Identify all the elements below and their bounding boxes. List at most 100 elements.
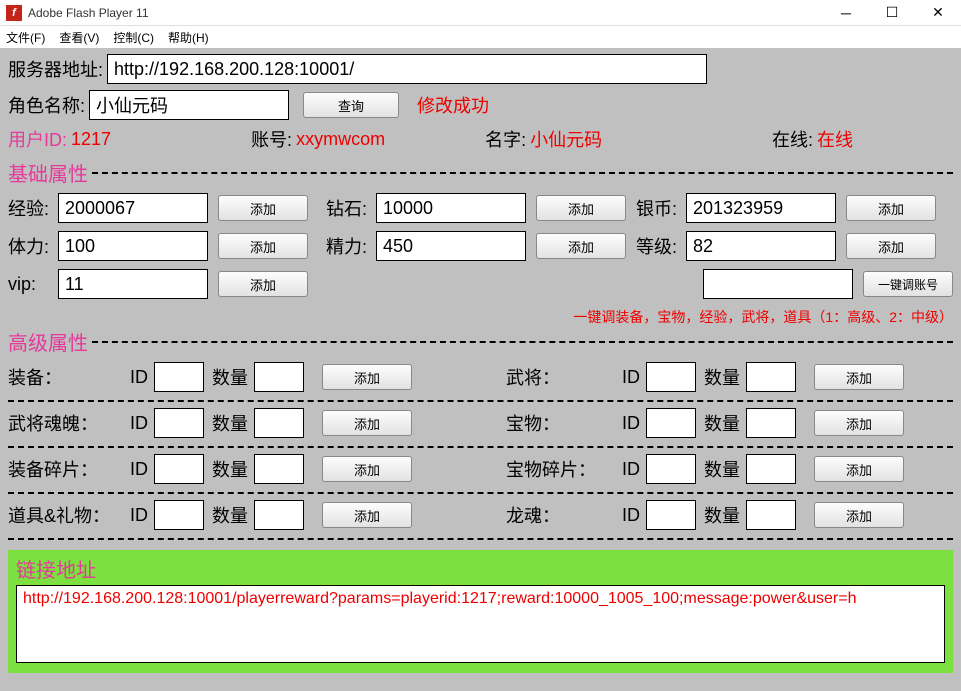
qty-input-right-1[interactable] [746,408,796,438]
maximize-button[interactable]: ☐ [869,0,915,26]
role-label: 角色名称: [8,92,85,118]
adv-label-right-3: 龙魂： [506,502,610,528]
online-label: 在线: [772,126,813,152]
qty-input-left-3[interactable] [254,500,304,530]
divider [8,400,953,402]
qty-input-right-2[interactable] [746,454,796,484]
qty-label: 数量 [212,410,248,436]
energy-input[interactable] [376,231,526,261]
qty-input-left-0[interactable] [254,362,304,392]
silver-input[interactable] [686,193,836,223]
query-button[interactable]: 查询 [303,92,399,118]
name-label: 名字: [485,126,526,152]
role-input[interactable] [89,90,289,120]
exp-input[interactable] [58,193,208,223]
menu-file[interactable]: 文件(F) [6,29,45,46]
stamina-add-button[interactable]: 添加 [218,233,308,259]
menu-bar: 文件(F) 查看(V) 控制(C) 帮助(H) [0,26,961,48]
qty-input-left-2[interactable] [254,454,304,484]
qty-label: 数量 [704,364,740,390]
exp-add-button[interactable]: 添加 [218,195,308,221]
adv-add-button-right-2[interactable]: 添加 [814,456,904,482]
account-label: 账号: [251,126,292,152]
section-basic-title: 基础属性 [8,158,88,187]
stamina-label: 体力: [8,233,58,259]
online-value: 在线 [817,126,853,152]
section-link-title: 链接地址 [16,554,945,583]
id-input-right-0[interactable] [646,362,696,392]
adv-label-left-1: 武将魂魄： [8,410,118,436]
silver-label: 银币: [636,195,686,221]
server-input[interactable] [107,54,707,84]
id-label: ID [622,459,640,480]
id-input-left-2[interactable] [154,454,204,484]
qty-label: 数量 [704,410,740,436]
adv-label-right-0: 武将： [506,364,610,390]
adv-add-button-right-1[interactable]: 添加 [814,410,904,436]
close-button[interactable]: ✕ [915,0,961,26]
id-label: ID [622,505,640,526]
silver-add-button[interactable]: 添加 [846,195,936,221]
id-label: ID [622,367,640,388]
status-text: 修改成功 [417,92,489,118]
diamond-label: 钻石: [326,195,376,221]
qty-label: 数量 [212,502,248,528]
name-value: 小仙元码 [530,126,602,152]
id-input-right-2[interactable] [646,454,696,484]
id-input-left-1[interactable] [154,408,204,438]
adv-label-left-0: 装备： [8,364,118,390]
qty-input-right-3[interactable] [746,500,796,530]
hint-text: 一键调装备，宝物，经验，武将，道具（1：高级、2：中级） [8,307,953,327]
adv-label-left-2: 装备碎片： [8,456,118,482]
userid-label: 用户ID: [8,126,67,152]
diamond-add-button[interactable]: 添加 [536,195,626,221]
id-input-left-3[interactable] [154,500,204,530]
section-advanced-title: 高级属性 [8,327,88,356]
qty-label: 数量 [704,456,740,482]
id-label: ID [130,459,148,480]
menu-control[interactable]: 控制(C) [113,29,154,46]
qty-label: 数量 [212,456,248,482]
minimize-button[interactable]: ─ [823,0,869,26]
adv-add-button-left-0[interactable]: 添加 [322,364,412,390]
id-label: ID [130,367,148,388]
adv-label-right-1: 宝物： [506,410,610,436]
vip-add-button[interactable]: 添加 [218,271,308,297]
menu-help[interactable]: 帮助(H) [168,29,209,46]
exp-label: 经验: [8,195,58,221]
id-input-left-0[interactable] [154,362,204,392]
adv-add-button-right-3[interactable]: 添加 [814,502,904,528]
account-value: xxymwcom [296,129,385,150]
link-section: 链接地址 http://192.168.200.128:10001/player… [8,550,953,673]
adv-label-right-2: 宝物碎片： [506,456,610,482]
userid-value: 1217 [71,129,111,150]
vip-input[interactable] [58,269,208,299]
qty-input-right-0[interactable] [746,362,796,392]
adv-add-button-right-0[interactable]: 添加 [814,364,904,390]
menu-view[interactable]: 查看(V) [59,29,99,46]
level-add-button[interactable]: 添加 [846,233,936,259]
server-label: 服务器地址: [8,56,103,82]
qty-input-left-1[interactable] [254,408,304,438]
adv-add-button-left-3[interactable]: 添加 [322,502,412,528]
divider [92,172,953,174]
reset-input[interactable] [703,269,853,299]
id-label: ID [130,505,148,526]
adv-add-button-left-2[interactable]: 添加 [322,456,412,482]
reset-account-button[interactable]: 一键调账号 [863,271,953,297]
stamina-input[interactable] [58,231,208,261]
link-url-box[interactable]: http://192.168.200.128:10001/playerrewar… [16,585,945,663]
id-input-right-3[interactable] [646,500,696,530]
energy-label: 精力: [326,233,376,259]
vip-label: vip: [8,274,58,295]
divider [8,538,953,540]
id-input-right-1[interactable] [646,408,696,438]
diamond-input[interactable] [376,193,526,223]
divider [8,492,953,494]
divider [8,446,953,448]
qty-label: 数量 [212,364,248,390]
adv-add-button-left-1[interactable]: 添加 [322,410,412,436]
flash-icon: f [6,5,22,21]
energy-add-button[interactable]: 添加 [536,233,626,259]
level-input[interactable] [686,231,836,261]
